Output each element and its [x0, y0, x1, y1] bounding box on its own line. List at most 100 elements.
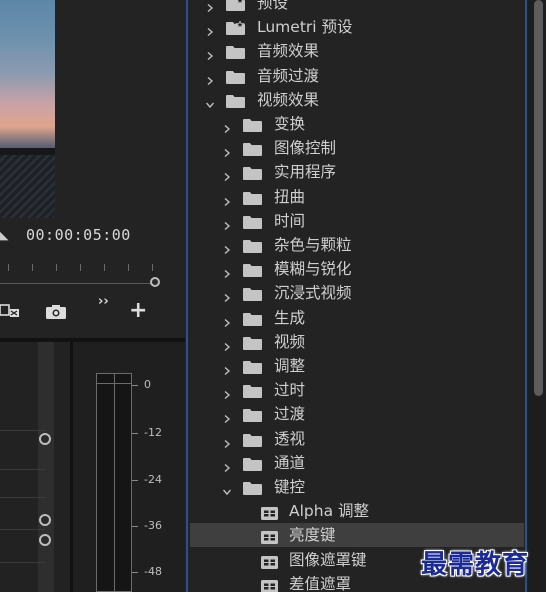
effects-folder-item[interactable]: 扭曲: [190, 185, 524, 209]
effects-folder-item[interactable]: 键控: [190, 475, 524, 499]
effects-folder-item[interactable]: 视频效果: [190, 88, 524, 112]
effects-item-label: 键控: [274, 478, 306, 496]
effects-folder-item[interactable]: 图像控制: [190, 136, 524, 160]
effect-preset-icon: [261, 505, 278, 521]
db-label: 0: [144, 378, 151, 391]
effects-folder-item[interactable]: 时间: [190, 209, 524, 233]
effects-item-label: Lumetri 预设: [257, 18, 353, 37]
insert-overwrite-icon[interactable]: [0, 302, 20, 318]
effects-panel: 预设 Lumetri 预设音频效果音频过渡视频效果变换图像控制实用程序扭曲 时间杂色…: [186, 0, 546, 592]
folder-icon: [243, 117, 262, 132]
chevron-right-icon[interactable]: [223, 118, 231, 134]
panel-border: [525, 0, 527, 592]
chevron-right-icon[interactable]: [206, 45, 214, 61]
effects-item-label: 图像遮罩键: [289, 550, 367, 569]
effects-folder-item[interactable]: 预设: [190, 0, 524, 15]
effect-item[interactable]: Alpha 调整: [190, 499, 524, 523]
program-monitor-panel: ◣ 00:00:05:00 ›› + 0 -12 -24 -36 -48: [0, 0, 185, 592]
folder-icon: [243, 262, 262, 278]
more-controls-icon[interactable]: ››: [98, 294, 109, 309]
folder-icon: [243, 407, 262, 423]
effects-folder-item[interactable]: 音频过渡: [190, 64, 524, 88]
volume-knob[interactable]: [39, 514, 51, 526]
effects-item-label: 视频效果: [257, 90, 320, 109]
chevron-right-icon[interactable]: [223, 287, 231, 303]
chevron-right-icon[interactable]: [223, 263, 231, 279]
preset-folder-icon: [226, 20, 246, 36]
panel-border: [186, 0, 188, 592]
effects-folder-item[interactable]: 视频: [190, 330, 524, 354]
chevron-right-icon[interactable]: [223, 215, 231, 230]
add-button-icon[interactable]: +: [129, 300, 147, 322]
effects-item-label: 图像控制: [274, 139, 337, 158]
db-label: -48: [144, 565, 162, 578]
effects-folder-item[interactable]: Lumetri 预设: [190, 15, 524, 39]
effects-tree: 预设 Lumetri 预设音频效果音频过渡视频效果变换图像控制实用程序扭曲 时间杂色…: [190, 0, 524, 592]
chevron-right-icon[interactable]: [223, 166, 231, 182]
volume-knob[interactable]: [39, 433, 51, 445]
folder-icon: [243, 359, 262, 374]
chevron-right-icon[interactable]: [223, 191, 231, 206]
effects-folder-item[interactable]: 透视: [190, 427, 524, 451]
chevron-right-icon[interactable]: [223, 336, 231, 351]
effects-item-label: 视频: [274, 332, 306, 351]
folder-icon: [243, 165, 262, 181]
db-label: -12: [144, 426, 162, 439]
audio-meter: 0 -12 -24 -36 -48: [74, 342, 185, 592]
audio-meter-bar: [96, 373, 132, 592]
watermark-logo: 最需教育: [421, 550, 530, 580]
effects-folder-item[interactable]: 沉浸式视频: [190, 281, 524, 305]
marker-icon[interactable]: ◣: [0, 230, 8, 241]
video-preview: [0, 0, 55, 218]
chevron-right-icon[interactable]: [223, 384, 231, 400]
time-ruler[interactable]: [0, 262, 162, 284]
chevron-right-icon[interactable]: [223, 239, 231, 255]
chevron-right-icon[interactable]: [206, 21, 214, 37]
scrollbar-thumb[interactable]: [534, 0, 543, 396]
playhead-handle[interactable]: [150, 277, 160, 287]
effects-folder-item[interactable]: 过时: [190, 378, 524, 402]
chevron-right-icon[interactable]: [223, 457, 231, 472]
chevron-right-icon[interactable]: [223, 408, 231, 424]
effects-item-label: Alpha 调整: [289, 502, 369, 521]
effects-item-label: 生成: [274, 308, 306, 327]
chevron-down-icon[interactable]: [222, 481, 232, 496]
folder-icon: [226, 44, 245, 60]
effects-folder-item[interactable]: 过渡: [190, 402, 524, 426]
effects-item-label: 通道: [274, 453, 306, 472]
effects-item-label: 过时: [274, 381, 306, 400]
effects-folder-item[interactable]: 调整: [190, 354, 524, 378]
chevron-right-icon[interactable]: [223, 433, 231, 448]
folder-icon: [226, 69, 245, 84]
effects-folder-item[interactable]: 音频效果: [190, 39, 524, 63]
chevron-right-icon[interactable]: [223, 312, 231, 327]
chevron-down-icon[interactable]: [205, 94, 215, 108]
folder-icon: [226, 93, 245, 108]
chevron-right-icon[interactable]: [223, 360, 231, 376]
effect-preset-icon: [261, 578, 278, 592]
effects-item-label: 沉浸式视频: [274, 284, 352, 303]
chevron-right-icon[interactable]: [206, 0, 214, 13]
effects-folder-item[interactable]: 变换: [190, 112, 524, 136]
folder-icon: [243, 190, 262, 205]
folder-icon: [243, 214, 262, 229]
effects-item-label: 透视: [274, 429, 306, 448]
folder-icon: [243, 141, 262, 157]
effects-folder-item[interactable]: 模糊与锐化: [190, 257, 524, 281]
audio-panel: 0 -12 -24 -36 -48: [0, 342, 185, 592]
roof-tiles: [0, 155, 55, 218]
effects-item-label: 亮度键: [289, 526, 336, 545]
chevron-right-icon[interactable]: [223, 142, 231, 158]
effects-folder-item[interactable]: 生成: [190, 306, 524, 330]
effects-item-label: 杂色与颗粒: [274, 236, 352, 254]
chevron-right-icon[interactable]: [206, 70, 214, 85]
effects-folder-item[interactable]: 实用程序: [190, 160, 524, 184]
effects-item-label: 音频过渡: [257, 66, 320, 85]
effects-folder-item[interactable]: 通道: [190, 451, 524, 475]
effect-preset-icon: [261, 554, 278, 569]
effects-folder-item[interactable]: 杂色与颗粒: [190, 233, 524, 257]
volume-knob[interactable]: [39, 534, 51, 546]
camera-icon[interactable]: [45, 304, 67, 320]
effects-item-label: 实用程序: [274, 163, 337, 182]
duration-timecode: 00:00:05:00: [26, 226, 131, 244]
